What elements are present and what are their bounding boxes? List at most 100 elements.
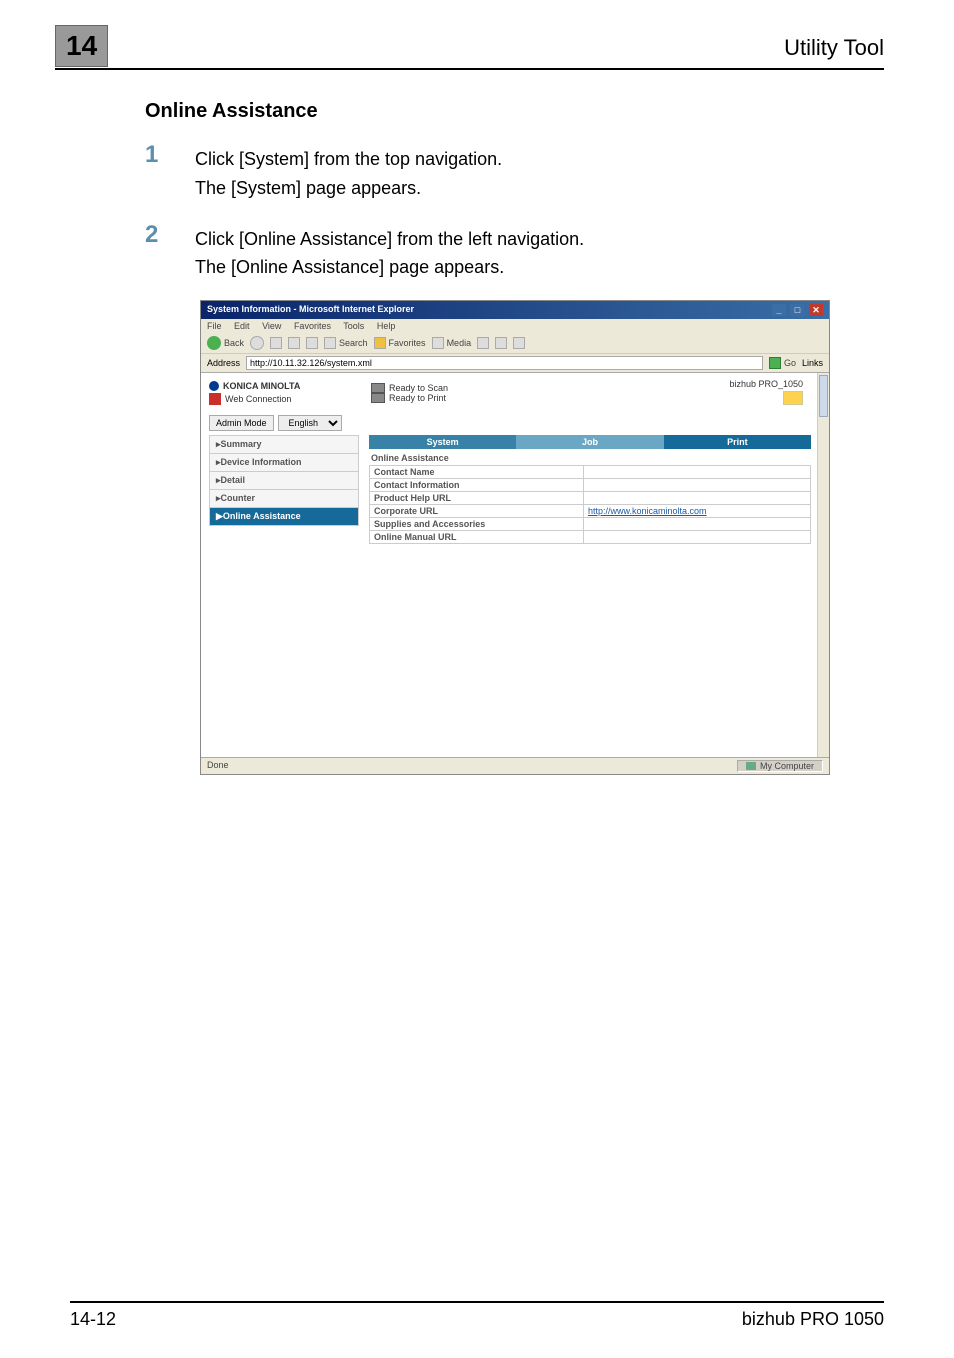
security-zone: My Computer — [737, 760, 823, 772]
ie-menubar: File Edit View Favorites Tools Help — [201, 319, 829, 333]
nav-device-information[interactable]: ▸Device Information — [209, 454, 359, 472]
step-number: 1 — [145, 141, 195, 203]
step-number: 2 — [145, 221, 195, 283]
ie-statusbar: Done My Computer — [201, 757, 829, 774]
menu-edit[interactable]: Edit — [234, 321, 250, 331]
close-icon[interactable]: ✕ — [809, 304, 823, 316]
step-text: Click [Online Assistance] from the left … — [195, 225, 584, 254]
ie-addressbar: Address Go Links — [201, 354, 829, 373]
brand-text: KONICA MINOLTA — [223, 381, 300, 391]
row-label: Product Help URL — [370, 492, 584, 505]
corporate-url-link[interactable]: http://www.konicaminolta.com — [588, 506, 707, 516]
step-body: Click [Online Assistance] from the left … — [195, 221, 584, 283]
table-row: Contact Information — [370, 479, 811, 492]
forward-icon[interactable] — [250, 336, 264, 350]
step-text: The [System] page appears. — [195, 174, 502, 203]
row-value — [583, 518, 810, 531]
top-tabs: System Job Print — [369, 435, 811, 449]
table-row: Contact Name — [370, 466, 811, 479]
row-value: http://www.konicaminolta.com — [583, 505, 810, 518]
footer-rule — [70, 1301, 884, 1303]
admin-mode-button[interactable]: Admin Mode — [209, 415, 274, 431]
ie-titlebar: System Information - Microsoft Internet … — [201, 301, 829, 319]
km-logo-icon — [209, 381, 219, 391]
row-label: Supplies and Accessories — [370, 518, 584, 531]
media-icon — [432, 337, 444, 349]
search-icon — [324, 337, 336, 349]
links-label: Links — [802, 358, 823, 368]
search-button[interactable]: Search — [324, 337, 368, 349]
header-title: Utility Tool — [784, 35, 884, 61]
window-buttons: _ □ ✕ — [770, 304, 823, 316]
back-button[interactable]: Back — [207, 336, 244, 350]
device-icon — [783, 391, 803, 405]
address-label: Address — [207, 358, 240, 368]
star-icon — [374, 337, 386, 349]
computer-icon — [746, 762, 756, 770]
tab-job[interactable]: Job — [516, 435, 663, 449]
status-scan: Ready to Scan — [371, 383, 717, 393]
table-row: Supplies and Accessories — [370, 518, 811, 531]
menu-tools[interactable]: Tools — [343, 321, 364, 331]
product-name: bizhub PRO 1050 — [742, 1309, 884, 1330]
back-icon — [207, 336, 221, 350]
table-row: Product Help URL — [370, 492, 811, 505]
chapter-number: 14 — [66, 30, 97, 61]
nav-summary[interactable]: ▸Summary — [209, 435, 359, 454]
row-label: Contact Name — [370, 466, 584, 479]
scrollbar[interactable] — [817, 373, 829, 757]
web-connection-label: Web Connection — [209, 393, 359, 405]
media-button[interactable]: Media — [432, 337, 472, 349]
header-rule — [55, 68, 884, 70]
stop-icon[interactable] — [270, 337, 282, 349]
chapter-badge: 14 — [55, 25, 108, 67]
brand-logo: KONICA MINOLTA — [209, 381, 359, 391]
menu-view[interactable]: View — [262, 321, 281, 331]
step-2: 2 Click [Online Assistance] from the lef… — [145, 221, 884, 283]
ie-toolbar: Back Search Favorites Media — [201, 333, 829, 354]
home-icon[interactable] — [306, 337, 318, 349]
status-print: Ready to Print — [371, 393, 717, 403]
history-icon[interactable] — [477, 337, 489, 349]
address-input[interactable] — [246, 356, 763, 370]
menu-favorites[interactable]: Favorites — [294, 321, 331, 331]
nav-online-assistance[interactable]: ▶Online Assistance — [209, 508, 359, 526]
table-row: Online Manual URL — [370, 531, 811, 544]
go-button[interactable]: Go — [769, 357, 796, 369]
menu-file[interactable]: File — [207, 321, 222, 331]
menu-help[interactable]: Help — [377, 321, 396, 331]
page-content: KONICA MINOLTA Web Connection Ready to S… — [201, 373, 829, 757]
step-text: The [Online Assistance] page appears. — [195, 253, 584, 282]
row-value — [583, 492, 810, 505]
step-1: 1 Click [System] from the top navigation… — [145, 141, 884, 203]
printer-icon — [371, 393, 385, 403]
print-icon[interactable] — [513, 337, 525, 349]
scanner-icon — [371, 383, 385, 393]
minimize-icon[interactable]: _ — [772, 304, 786, 316]
subheading: Online Assistance — [145, 100, 884, 123]
screenshot-ie-window: System Information - Microsoft Internet … — [200, 300, 830, 775]
step-body: Click [System] from the top navigation. … — [195, 141, 502, 203]
status-text: Done — [207, 760, 229, 772]
model-name: bizhub PRO_1050 — [729, 379, 803, 389]
page-number: 14-12 — [70, 1309, 116, 1330]
language-select[interactable]: English — [278, 415, 342, 431]
online-assistance-table: Contact Name Contact Information Product… — [369, 465, 811, 544]
row-value — [583, 466, 810, 479]
tab-system[interactable]: System — [369, 435, 516, 449]
tab-print[interactable]: Print — [664, 435, 811, 449]
row-label: Corporate URL — [370, 505, 584, 518]
mail-icon[interactable] — [495, 337, 507, 349]
content-heading: Online Assistance — [371, 453, 811, 463]
go-icon — [769, 357, 781, 369]
row-label: Contact Information — [370, 479, 584, 492]
refresh-icon[interactable] — [288, 337, 300, 349]
nav-counter[interactable]: ▸Counter — [209, 490, 359, 508]
row-value — [583, 531, 810, 544]
favorites-button[interactable]: Favorites — [374, 337, 426, 349]
maximize-icon[interactable]: □ — [790, 304, 804, 316]
ie-window-title: System Information - Microsoft Internet … — [207, 304, 414, 316]
row-value — [583, 479, 810, 492]
nav-detail[interactable]: ▸Detail — [209, 472, 359, 490]
pagescope-icon — [209, 393, 221, 405]
